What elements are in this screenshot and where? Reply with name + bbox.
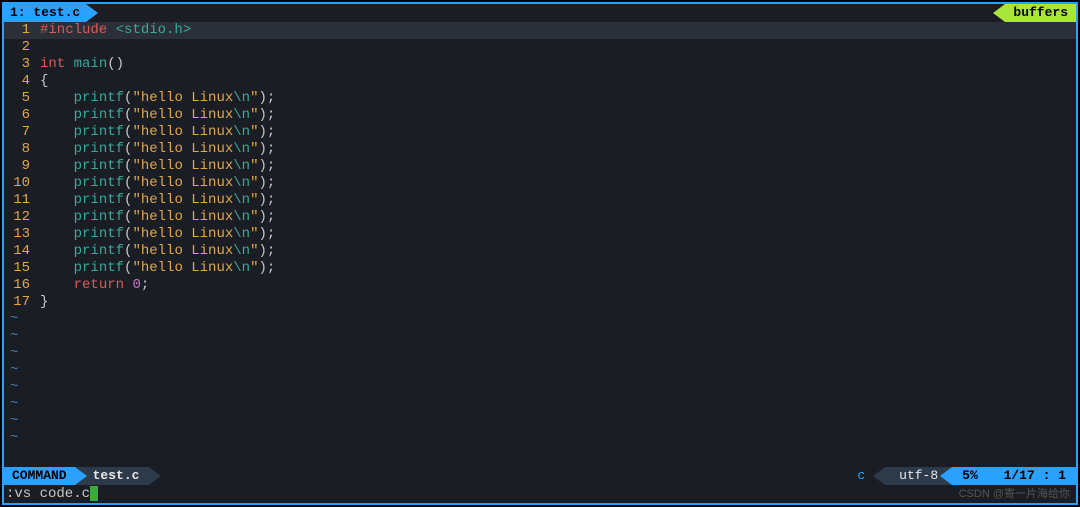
code-editor-area[interactable]: 1#include <stdio.h>23int main()4{5 print…: [4, 22, 1076, 467]
line-number: 17: [4, 294, 34, 311]
encoding-segment: utf-8: [885, 467, 952, 485]
line-content: printf("hello Linux\n");: [34, 158, 275, 175]
line-number: 9: [4, 158, 34, 175]
line-content: printf("hello Linux\n");: [34, 226, 275, 243]
code-line[interactable]: 7 printf("hello Linux\n");: [4, 124, 1076, 141]
line-number: 10: [4, 175, 34, 192]
line-number: 13: [4, 226, 34, 243]
line-number: 2: [4, 39, 34, 56]
cursor-icon: [90, 486, 98, 501]
code-line[interactable]: 8 printf("hello Linux\n");: [4, 141, 1076, 158]
line-content: #include <stdio.h>: [34, 22, 191, 39]
line-number: 15: [4, 260, 34, 277]
line-number: 12: [4, 209, 34, 226]
line-content: printf("hello Linux\n");: [34, 209, 275, 226]
empty-line-tilde: ~: [4, 379, 1076, 396]
top-tab-bar: 1: test.c buffers: [4, 4, 1076, 22]
line-content: printf("hello Linux\n");: [34, 260, 275, 277]
line-content: {: [34, 73, 48, 90]
line-content: return 0;: [34, 277, 149, 294]
command-text: :vs code.c: [6, 486, 90, 502]
line-number: 5: [4, 90, 34, 107]
line-number: 6: [4, 107, 34, 124]
line-content: printf("hello Linux\n");: [34, 90, 275, 107]
status-spacer: [149, 467, 837, 485]
line-number: 4: [4, 73, 34, 90]
code-line[interactable]: 15 printf("hello Linux\n");: [4, 260, 1076, 277]
line-content: printf("hello Linux\n");: [34, 141, 275, 158]
code-line[interactable]: 12 printf("hello Linux\n");: [4, 209, 1076, 226]
percent-text: 5%: [962, 468, 978, 483]
code-line[interactable]: 6 printf("hello Linux\n");: [4, 107, 1076, 124]
code-line[interactable]: 1#include <stdio.h>: [4, 22, 1076, 39]
empty-line-tilde: ~: [4, 345, 1076, 362]
code-line[interactable]: 14 printf("hello Linux\n");: [4, 243, 1076, 260]
line-number: 14: [4, 243, 34, 260]
code-line[interactable]: 4{: [4, 73, 1076, 90]
line-content: printf("hello Linux\n");: [34, 192, 275, 209]
code-line[interactable]: 10 printf("hello Linux\n");: [4, 175, 1076, 192]
code-line[interactable]: 13 printf("hello Linux\n");: [4, 226, 1076, 243]
command-line[interactable]: :vs code.c CSDN @寄一片海给你: [4, 485, 1076, 503]
line-content: printf("hello Linux\n");: [34, 243, 275, 260]
code-line[interactable]: 5 printf("hello Linux\n");: [4, 90, 1076, 107]
line-content: [34, 39, 40, 56]
empty-line-tilde: ~: [4, 396, 1076, 413]
line-content: }: [34, 294, 48, 311]
vim-editor: 1: test.c buffers 1#include <stdio.h>23i…: [2, 2, 1078, 505]
empty-line-tilde: ~: [4, 430, 1076, 447]
code-line[interactable]: 9 printf("hello Linux\n");: [4, 158, 1076, 175]
line-content: int main(): [34, 56, 124, 73]
empty-line-tilde: ~: [4, 328, 1076, 345]
code-line[interactable]: 2: [4, 39, 1076, 56]
code-line[interactable]: 3int main(): [4, 56, 1076, 73]
line-number: 3: [4, 56, 34, 73]
buffers-indicator[interactable]: buffers: [1005, 4, 1076, 22]
line-content: printf("hello Linux\n");: [34, 124, 275, 141]
line-number: 11: [4, 192, 34, 209]
position-segment: 5% 1/17 : 1: [952, 467, 1076, 485]
line-number: 7: [4, 124, 34, 141]
watermark-text: CSDN @寄一片海给你: [959, 485, 1076, 503]
empty-line-tilde: ~: [4, 413, 1076, 430]
line-number: 16: [4, 277, 34, 294]
empty-line-tilde: ~: [4, 362, 1076, 379]
empty-line-tilde: ~: [4, 311, 1076, 328]
line-number: 1: [4, 22, 34, 39]
line-content: printf("hello Linux\n");: [34, 107, 275, 124]
code-line[interactable]: 11 printf("hello Linux\n");: [4, 192, 1076, 209]
line-number: 8: [4, 141, 34, 158]
mode-indicator: COMMAND: [4, 467, 75, 485]
line-content: printf("hello Linux\n");: [34, 175, 275, 192]
position-text: 1/17 : 1: [1004, 468, 1066, 483]
code-line[interactable]: 16 return 0;: [4, 277, 1076, 294]
code-line[interactable]: 17}: [4, 294, 1076, 311]
buffer-tab[interactable]: 1: test.c: [4, 4, 86, 22]
status-bar: COMMAND test.c c utf-8 5% 1/17 : 1: [4, 467, 1076, 485]
